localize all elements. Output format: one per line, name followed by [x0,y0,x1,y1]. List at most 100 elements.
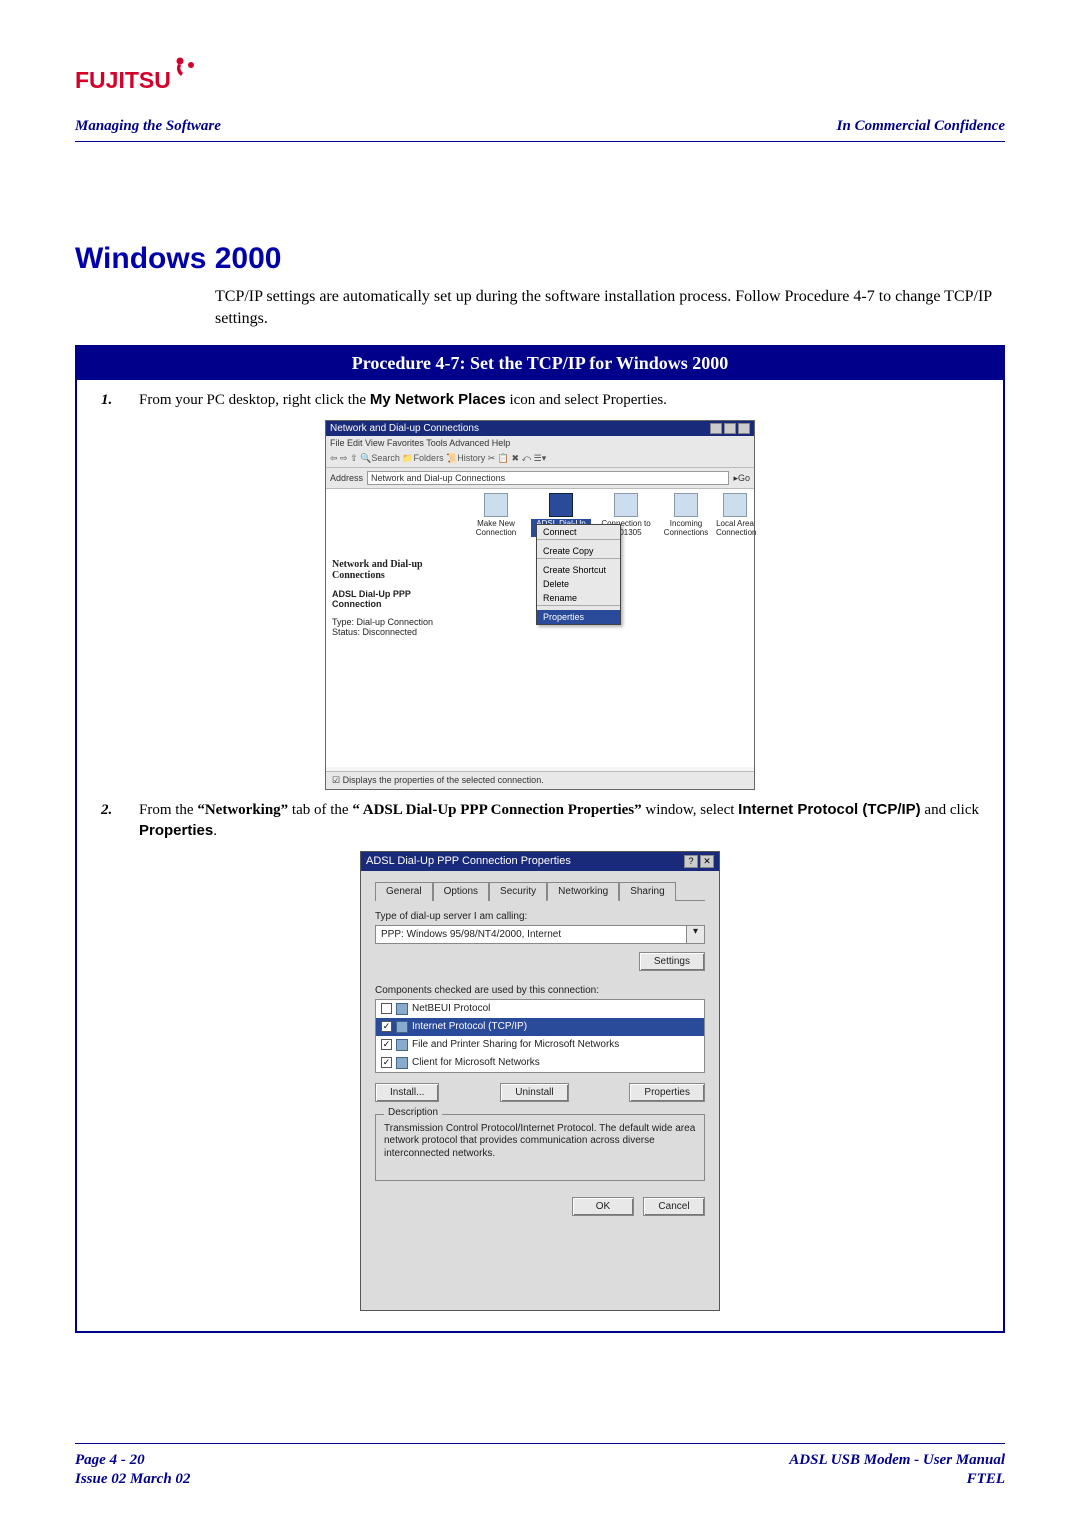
protocol-icon [396,1003,408,1015]
lan-icon [723,493,747,517]
components-list: NetBEUI Protocol ✓ Internet Protocol (TCP… [375,999,705,1073]
type-dropdown[interactable]: PPP: Windows 95/98/NT4/2000, Internet ▾ [375,925,705,944]
ctx-rename[interactable]: Rename [537,591,620,605]
ctx-copy[interactable]: Create Copy [537,544,620,558]
context-menu: Connect Create Copy Create Shortcut Dele… [536,524,621,625]
close-icon[interactable]: ✕ [700,855,714,868]
type-value: PPP: Windows 95/98/NT4/2000, Internet [375,925,687,944]
properties-button[interactable]: Properties [629,1083,705,1102]
left-line2: Status: Disconnected [332,627,442,637]
modem-icon [614,493,638,517]
chevron-down-icon[interactable]: ▾ [687,925,705,944]
incoming-icon [674,493,698,517]
close-icon[interactable] [738,423,750,434]
comp-name: Internet Protocol (TCP/IP) [412,1021,527,1032]
logo-text: FUJITSU [75,67,171,93]
s2-t2: tab of the [288,802,352,818]
description-label: Description [384,1107,442,1118]
s1-pre: From your PC desktop, right click the [139,392,370,408]
s2-t5: . [213,823,217,839]
step-1-num: 1. [101,390,139,410]
install-button[interactable]: Install... [375,1083,439,1102]
status-bar: Displays the properties of the selected … [326,771,754,789]
icon-label: Make New Connection [466,519,526,537]
uninstall-button[interactable]: Uninstall [500,1083,568,1102]
left-heading: Network and Dial-up Connections [332,559,442,581]
comp-name: NetBEUI Protocol [412,1003,490,1014]
footer-org: FTEL [789,1471,1005,1488]
header-right: In Commercial Confidence [837,118,1005,135]
menu-bar[interactable]: File Edit View Favorites Tools Advanced … [326,436,754,450]
checkbox-icon[interactable]: ✓ [381,1021,392,1032]
footer-doc: ADSL USB Modem - User Manual [789,1452,1005,1469]
tab-row: General Options Security Networking Shar… [375,881,705,901]
icon-make-new[interactable]: Make New Connection [466,493,526,537]
max-icon[interactable] [724,423,736,434]
ok-button[interactable]: OK [572,1197,634,1216]
checkbox-icon[interactable] [381,1003,392,1014]
left-pane: Network and Dial-up Connections ADSL Dia… [332,559,442,637]
toolbar[interactable]: ⇦ ⇨ ⇧ 🔍Search 📁Folders 📜History ✂ 📋 ✖ ⤺ … [326,450,754,468]
status-text: Displays the properties of the selected … [332,775,544,785]
section-title: Windows 2000 [75,242,1005,276]
min-icon[interactable] [710,423,722,434]
comp-name: Client for Microsoft Networks [412,1057,540,1068]
s2-t1: From the [139,802,197,818]
list-item[interactable]: ✓ Internet Protocol (TCP/IP) [376,1018,704,1036]
win-title: Network and Dial-up Connections [330,423,479,434]
ctx-properties[interactable]: Properties [537,610,620,624]
tab-general[interactable]: General [375,882,433,901]
list-item[interactable]: ✓ File and Printer Sharing for Microsoft … [376,1036,704,1054]
description-group: Description Transmission Control Protoco… [375,1114,705,1182]
left-line1: Type: Dial-up Connection [332,617,442,627]
list-item[interactable]: NetBEUI Protocol [376,1000,704,1018]
comp-name: File and Printer Sharing for Microsoft N… [412,1039,619,1050]
tab-security[interactable]: Security [489,882,547,901]
type-label: Type of dial-up server I am calling: [375,911,705,922]
dlg-titlebar: ADSL Dial-Up PPP Connection Properties ?… [361,852,719,871]
s2-b1: Internet Protocol (TCP/IP) [738,801,921,818]
protocol-icon [396,1021,408,1033]
tab-options[interactable]: Options [433,882,489,901]
cancel-button[interactable]: Cancel [643,1197,705,1216]
win-titlebar: Network and Dial-up Connections [326,421,754,436]
address-input[interactable]: Network and Dial-up Connections [367,471,729,485]
step-1-text: From your PC desktop, right click the My… [139,390,979,410]
fujitsu-logo: FUJITSU [75,50,205,100]
footer: Page 4 - 20 Issue 02 March 02 ADSL USB M… [75,1443,1005,1488]
s2-q2: “ ADSL Dial-Up PPP Connection Properties… [352,802,641,818]
icon-incoming[interactable]: Incoming Connections [656,493,716,537]
wizard-icon [484,493,508,517]
procedure-title: Procedure 4-7: Set the TCP/IP for Window… [77,347,1003,380]
modem-icon [549,493,573,517]
list-item[interactable]: ✓ Client for Microsoft Networks [376,1054,704,1072]
description-text: Transmission Control Protocol/Internet P… [384,1123,696,1161]
icon-label: Local Area Connection [716,519,754,537]
intro-text: TCP/IP settings are automatically set up… [215,286,1005,329]
s1-post: icon and select Properties. [506,392,667,408]
help-icon[interactable]: ? [684,855,698,868]
explorer-body: Network and Dial-up Connections ADSL Dia… [326,489,754,767]
logo-area: FUJITSU [75,50,1005,100]
footer-issue: Issue 02 March 02 [75,1471,190,1488]
icon-lan[interactable]: Local Area Connection [716,493,754,537]
left-item: ADSL Dial-Up PPP Connection [332,589,442,609]
address-label: Address [330,473,363,483]
checkbox-icon[interactable]: ✓ [381,1057,392,1068]
address-bar: Address Network and Dial-up Connections … [326,468,754,489]
ctx-delete[interactable]: Delete [537,577,620,591]
s2-t4: and click [921,802,979,818]
s1-bold: My Network Places [370,391,506,408]
settings-button[interactable]: Settings [639,952,705,971]
dlg-title: ADSL Dial-Up PPP Connection Properties [366,855,571,867]
tab-networking[interactable]: Networking [547,882,619,901]
ctx-shortcut[interactable]: Create Shortcut [537,563,620,577]
s2-b2: Properties [139,822,213,839]
client-icon [396,1057,408,1069]
dlg-body: General Options Security Networking Shar… [361,871,719,1227]
ctx-connect[interactable]: Connect [537,525,620,539]
tab-sharing[interactable]: Sharing [619,882,675,901]
go-icon[interactable]: ▸Go [733,473,750,484]
checkbox-icon[interactable]: ✓ [381,1039,392,1050]
icon-label: Incoming Connections [656,519,716,537]
